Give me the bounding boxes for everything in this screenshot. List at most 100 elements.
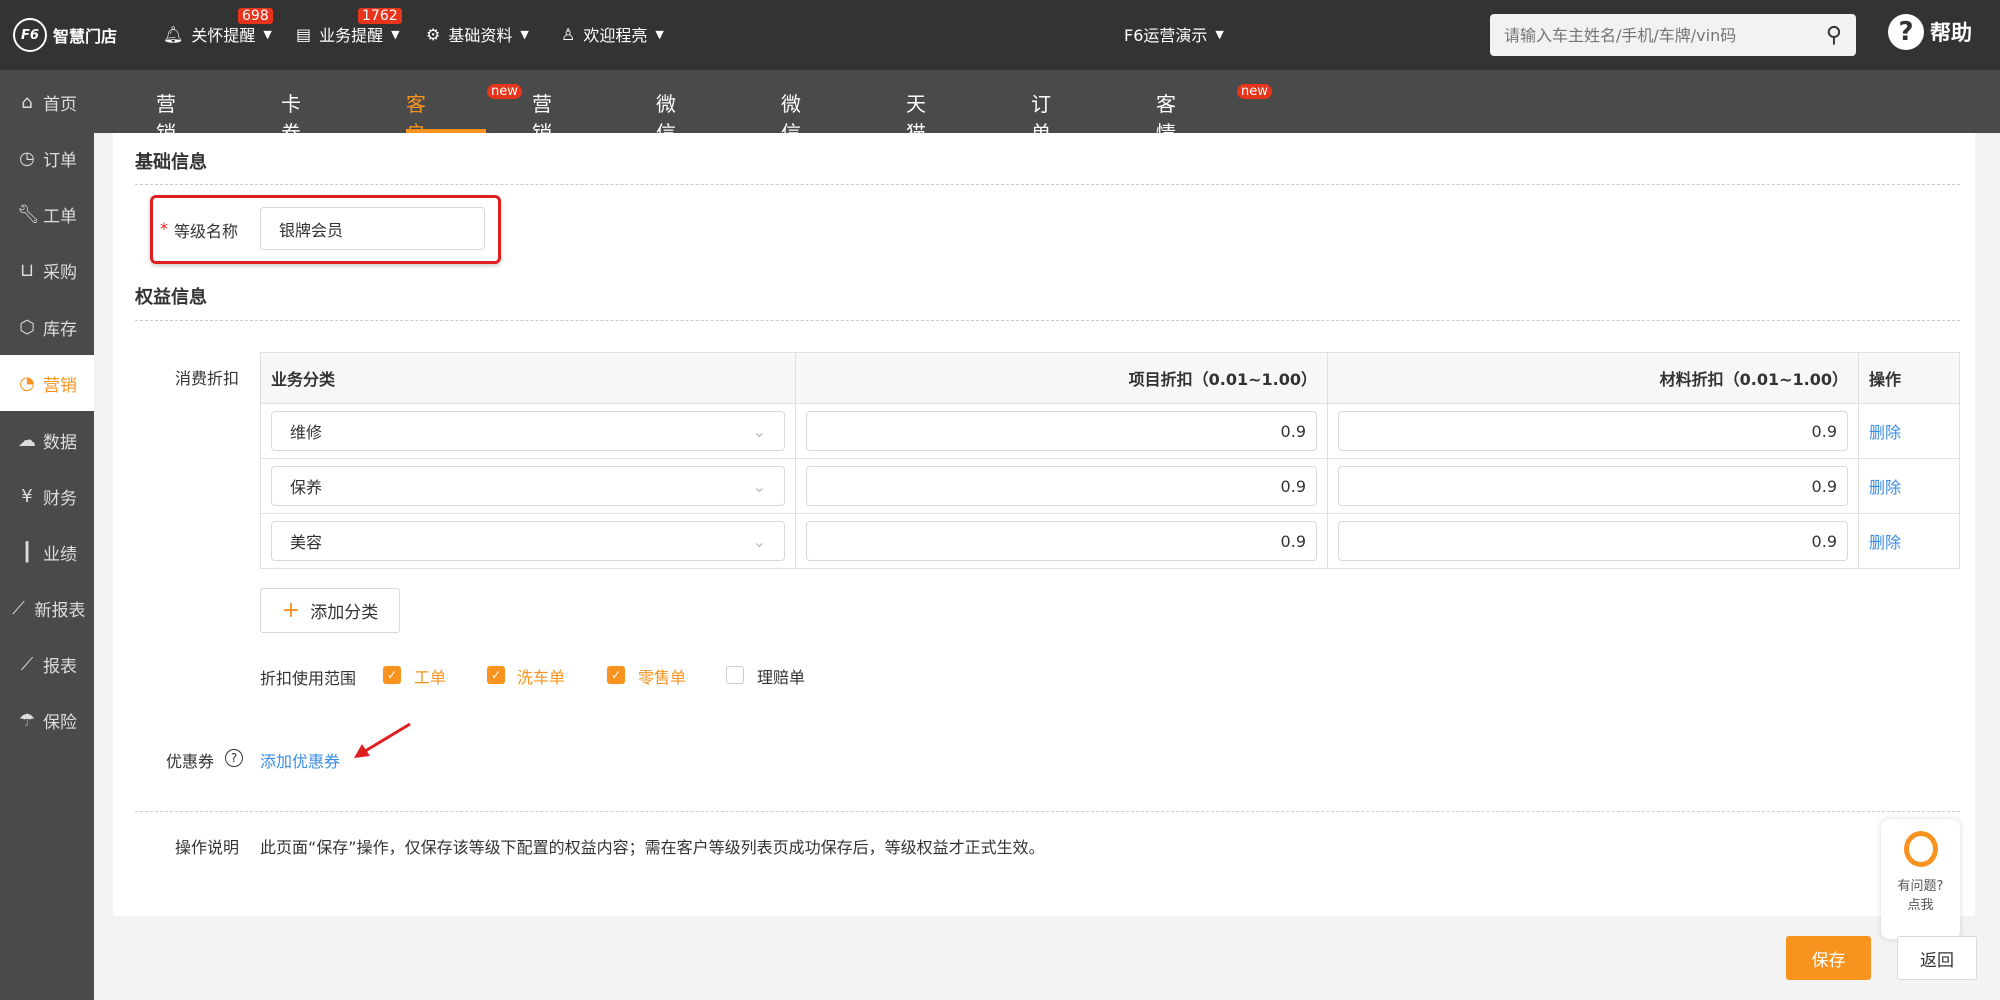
menu-label: 基础资料 — [448, 26, 513, 45]
divider — [135, 184, 1960, 185]
search-input[interactable] — [1504, 25, 1804, 45]
material-discount-value: 0.9 — [1811, 531, 1837, 551]
question-icon[interactable]: ? — [225, 749, 243, 767]
table-row: 维修 ⌄ 0.9 0.9 删除 — [260, 403, 1960, 459]
new-badge: new — [1237, 84, 1272, 99]
sidebar-item-label: 保险 — [43, 712, 77, 733]
material-discount-input[interactable]: 0.9 — [1338, 411, 1848, 451]
help-button[interactable]: ? 帮助 — [1888, 14, 1972, 50]
sidebar-item-workorder[interactable]: 🔧︎ 工单 — [0, 186, 94, 242]
checkbox-label: 理赔单 — [757, 668, 806, 687]
discount-label: 消费折扣 — [175, 369, 240, 388]
menu-label: 关怀提醒 — [191, 26, 256, 45]
yen-icon: ¥ — [21, 485, 33, 507]
item-discount-input[interactable]: 0.9 — [806, 411, 1317, 451]
material-discount-value: 0.9 — [1811, 476, 1837, 496]
top-bar: F6 智慧门店 🔔︎ 关怀提醒 ▼ 698 ▤ 业务提醒 ▼ 1762 ⚙ 基础资料 ▼ ♙… — [0, 0, 2000, 70]
caret-down-icon: ▼ — [263, 27, 272, 41]
item-discount-input[interactable]: 0.9 — [806, 466, 1317, 506]
checkbox-workorder[interactable]: ✓ — [383, 666, 401, 684]
logo[interactable]: F6 智慧门店 — [13, 18, 117, 52]
sidebar-item-performance[interactable]: ┃ 业绩 — [0, 524, 94, 580]
help-label: 帮助 — [1930, 21, 1972, 45]
question-circle-icon: ? — [1888, 14, 1924, 50]
checkbox-retail[interactable]: ✓ — [607, 666, 625, 684]
search-box[interactable]: ⚲ — [1490, 14, 1856, 56]
user-menu[interactable]: ♙ 欢迎程亮 ▼ — [561, 22, 664, 46]
sidebar-item-orders[interactable]: ◷ 订单 — [0, 130, 94, 186]
header-material-discount: 材料折扣（0.01~1.00） — [1327, 352, 1859, 404]
bell-icon: 🔔︎ — [163, 24, 184, 44]
line-chart-icon: ⟋ — [12, 597, 25, 619]
header-category: 业务分类 — [260, 352, 796, 404]
back-label: 返回 — [1920, 950, 1954, 971]
header-action: 操作 — [1858, 352, 1960, 404]
check-icon: ✓ — [490, 668, 502, 682]
delete-link[interactable]: 删除 — [1869, 533, 1901, 552]
sidebar-item-purchase[interactable]: ⊔ 采购 — [0, 242, 94, 298]
sidebar-item-inventory[interactable]: ⬡ 库存 — [0, 299, 94, 355]
box-icon: ⬡ — [19, 316, 35, 338]
store-selector[interactable]: F6运营演示 ▼ — [1124, 22, 1224, 46]
sidebar-item-label: 订单 — [43, 150, 77, 171]
category-select[interactable]: 保养 ⌄ — [271, 466, 785, 506]
sidebar-item-data[interactable]: ☁︎ 数据 — [0, 412, 94, 468]
category-value: 美容 — [290, 533, 323, 552]
back-button[interactable]: 返回 — [1897, 936, 1977, 980]
section-title-basic: 基础信息 — [135, 152, 207, 173]
caret-down-icon: ▼ — [520, 27, 529, 41]
caret-down-icon: ▼ — [391, 27, 400, 41]
delete-link[interactable]: 删除 — [1869, 423, 1901, 442]
delete-link[interactable]: 删除 — [1869, 478, 1901, 497]
bar-chart-icon: ┃ — [21, 541, 33, 563]
item-discount-value: 0.9 — [1280, 531, 1306, 551]
chevron-down-icon: ⌄ — [752, 476, 766, 496]
level-name-input[interactable]: 银牌会员 — [260, 207, 485, 250]
add-coupon-link[interactable]: 添加优惠券 — [260, 748, 340, 772]
divider — [135, 811, 1960, 812]
add-category-button[interactable]: + 添加分类 — [260, 588, 400, 633]
item-discount-input[interactable]: 0.9 — [806, 521, 1317, 561]
sidebar-item-new-report[interactable]: ⟋ 新报表 — [0, 580, 94, 636]
checkbox-claim[interactable] — [726, 666, 744, 684]
save-button[interactable]: 保存 — [1786, 936, 1871, 980]
item-discount-value: 0.9 — [1280, 421, 1306, 441]
store-name: F6运营演示 — [1124, 26, 1208, 45]
gear-icon: ⚙ — [426, 24, 441, 44]
sidebar-item-report[interactable]: ⟋ 报表 — [0, 636, 94, 692]
business-badge: 1762 — [358, 8, 402, 24]
cloud-icon: ☁︎ — [18, 429, 36, 451]
category-select[interactable]: 美容 ⌄ — [271, 521, 785, 561]
add-category-label: 添加分类 — [310, 603, 379, 623]
sidebar-item-insurance[interactable]: ☂︎ 保险 — [0, 692, 94, 748]
chevron-down-icon: ⌄ — [752, 531, 766, 551]
umbrella-icon: ☂︎ — [18, 709, 36, 731]
wrench-icon: 🔧︎ — [17, 203, 40, 225]
line-chart-icon: ⟋ — [20, 653, 34, 675]
clock-icon: ◷ — [19, 147, 35, 169]
search-icon[interactable]: ⚲ — [1826, 23, 1842, 48]
sidebar-item-label: 数据 — [43, 432, 77, 453]
care-badge: 698 — [238, 8, 273, 24]
sidebar-item-label: 库存 — [43, 319, 77, 340]
cart-icon: ⊔ — [19, 259, 35, 281]
checkbox-carwash[interactable]: ✓ — [487, 666, 505, 684]
sidebar-item-home[interactable]: ⌂ 首页 — [0, 74, 94, 130]
help-widget-line2: 点我 — [1907, 898, 1934, 913]
material-discount-input[interactable]: 0.9 — [1338, 466, 1848, 506]
table-row: 保养 ⌄ 0.9 0.9 删除 — [260, 458, 1960, 514]
category-select[interactable]: 维修 ⌄ — [271, 411, 785, 451]
sidebar-item-finance[interactable]: ¥ 财务 — [0, 468, 94, 524]
chevron-down-icon: ⌄ — [752, 421, 766, 441]
sidebar-item-label: 采购 — [43, 262, 77, 283]
help-widget[interactable]: 有问题? 点我 — [1881, 819, 1960, 939]
care-reminder-menu[interactable]: 🔔︎ 关怀提醒 ▼ — [163, 22, 272, 46]
business-reminder-menu[interactable]: ▤ 业务提醒 ▼ — [296, 22, 400, 46]
table-header: 业务分类 项目折扣（0.01~1.00） 材料折扣（0.01~1.00） 操作 — [260, 352, 1960, 404]
sidebar-item-marketing[interactable]: ◔ 营销 — [0, 355, 94, 411]
basic-data-menu[interactable]: ⚙ 基础资料 ▼ — [426, 22, 529, 46]
caret-down-icon: ▼ — [655, 27, 664, 41]
material-discount-input[interactable]: 0.9 — [1338, 521, 1848, 561]
checkbox-label: 洗车单 — [517, 668, 566, 687]
sidebar-item-label: 业绩 — [43, 544, 77, 565]
